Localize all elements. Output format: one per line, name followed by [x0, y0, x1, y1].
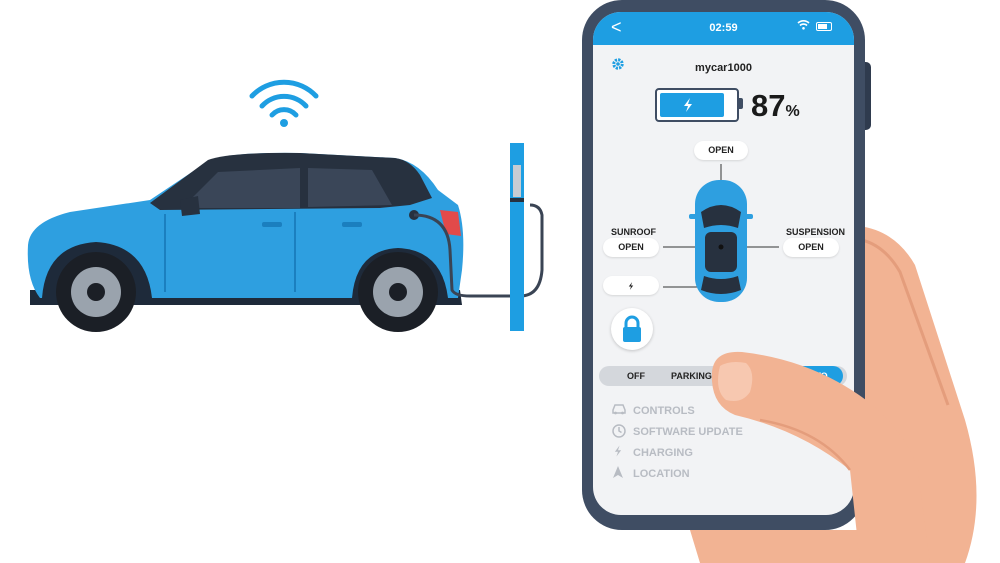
- thumb-illustration: [711, 351, 930, 563]
